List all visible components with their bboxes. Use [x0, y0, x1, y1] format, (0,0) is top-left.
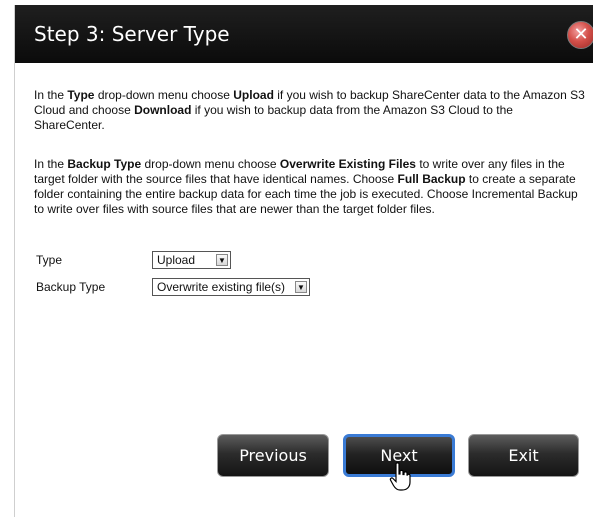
backup-type-select-value: Overwrite existing file(s) — [157, 280, 286, 294]
type-label: Type — [36, 253, 63, 267]
backup-type-select[interactable]: Overwrite existing file(s) ▼ — [152, 278, 310, 296]
instruction-paragraph-backup-type: In the Backup Type drop-down menu choose… — [34, 157, 586, 217]
bold-term: Full Backup — [397, 172, 466, 186]
bold-term: Upload — [233, 88, 274, 102]
text-run: In the — [34, 157, 68, 171]
text-run: drop-down menu choose — [94, 88, 234, 102]
bold-term: Type — [67, 88, 95, 102]
exit-button[interactable]: Exit — [468, 434, 579, 477]
bold-term: Backup Type — [67, 157, 142, 171]
backup-type-label: Backup Type — [36, 280, 106, 294]
text-run: In the — [34, 88, 68, 102]
bold-term: Download — [134, 103, 192, 117]
instruction-paragraph-type: In the Type drop-down menu choose Upload… — [34, 88, 586, 133]
type-select[interactable]: Upload ▼ — [152, 251, 231, 269]
chevron-down-icon[interactable]: ▼ — [216, 254, 228, 266]
close-icon: ✕ — [573, 24, 589, 45]
dialog-title: Step 3: Server Type — [34, 22, 230, 46]
type-select-value: Upload — [157, 253, 196, 267]
title-bar: Step 3: Server Type ✕ — [15, 5, 593, 63]
previous-button[interactable]: Previous — [217, 434, 329, 477]
text-run: drop-down menu choose — [141, 157, 280, 171]
close-button[interactable]: ✕ — [567, 21, 593, 49]
chevron-down-icon[interactable]: ▼ — [295, 281, 307, 293]
hand-cursor-icon — [389, 462, 411, 491]
bold-term: Overwrite Existing Files — [279, 157, 416, 171]
